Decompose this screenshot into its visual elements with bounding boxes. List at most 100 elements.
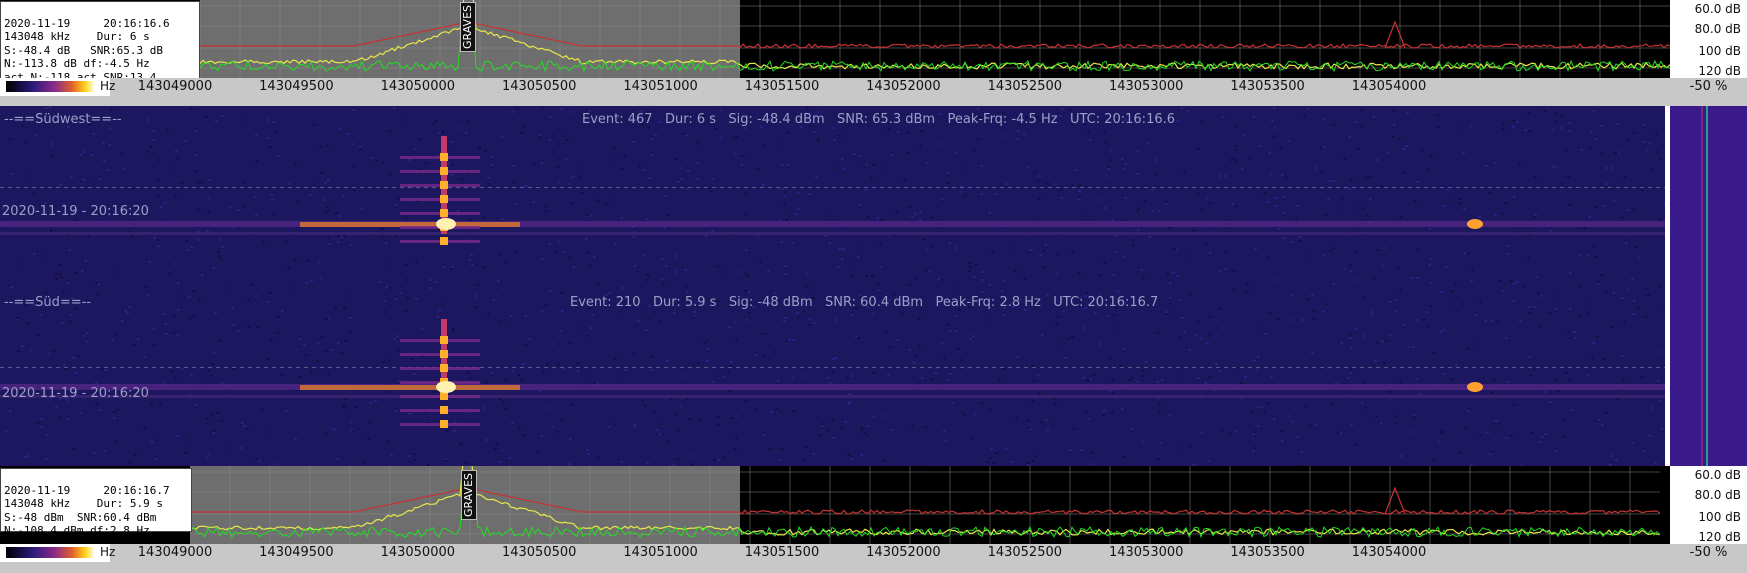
noise-speckle [1329,250,1332,252]
noise-speckle [644,405,647,407]
noise-speckle [791,242,794,244]
noise-speckle [1106,315,1109,317]
noise-speckle [1655,133,1658,135]
bottom-info-box: 2020-11-19 20:16:16.7 143048 kHz Dur: 5.… [0,468,192,537]
noise-speckle [408,159,411,161]
noise-speckle [863,432,866,434]
noise-speckle [116,409,119,411]
noise-speckle [1605,167,1608,169]
noise-speckle [1274,197,1277,199]
noise-speckle [128,306,131,308]
noise-speckle [318,261,321,263]
noise-speckle [1412,346,1415,348]
noise-speckle [414,148,417,150]
noise-speckle [1033,380,1036,382]
noise-speckle [735,415,738,417]
noise-speckle [719,137,722,139]
noise-speckle [1507,253,1510,255]
noise-speckle [1568,204,1571,206]
noise-speckle [255,134,258,136]
noise-speckle [457,127,460,129]
noise-speckle [1589,147,1592,149]
noise-speckle [1642,141,1645,143]
noise-speckle [968,262,971,264]
noise-speckle [1257,327,1260,329]
noise-speckle [551,343,554,345]
noise-speckle [1560,127,1563,129]
noise-speckle [1324,214,1327,216]
noise-speckle [96,293,99,295]
noise-speckle [388,173,391,175]
noise-speckle [1224,268,1227,270]
noise-speckle [1189,445,1192,447]
noise-speckle [1105,175,1108,177]
noise-speckle [1231,203,1234,205]
bottom-spectrum-plot[interactable] [190,466,1660,544]
noise-speckle [110,109,113,111]
noise-speckle [1627,139,1630,141]
noise-speckle [1173,248,1176,250]
noise-speckle [103,160,106,162]
noise-speckle [850,458,853,460]
noise-speckle [571,202,574,204]
noise-speckle [612,147,615,149]
noise-speckle [498,461,501,463]
noise-speckle [425,412,428,414]
noise-speckle [1565,149,1568,151]
noise-speckle [1568,122,1571,124]
carrier-blob [440,195,448,203]
noise-speckle [1594,138,1597,140]
noise-speckle [646,462,649,464]
noise-speckle [1439,331,1442,333]
noise-speckle [1554,295,1557,297]
noise-speckle [1394,310,1397,312]
noise-speckle [1071,251,1074,253]
noise-speckle [1001,290,1004,292]
waterfall-south[interactable]: --==Süd==-- Event: 210 Dur: 5.9 s Sig: -… [0,289,1665,472]
noise-speckle [1279,147,1282,149]
legend-hz-label: Hz [100,79,116,93]
noise-speckle [941,342,944,344]
noise-speckle [227,447,230,449]
noise-speckle [482,266,485,268]
noise-speckle [157,195,160,197]
noise-speckle [986,461,989,463]
noise-speckle [1069,109,1072,111]
noise-speckle [1322,310,1325,312]
noise-speckle [469,219,472,221]
noise-speckle [545,210,548,212]
noise-speckle [1573,331,1576,333]
noise-speckle [524,344,527,346]
noise-speckle [1539,441,1542,443]
noise-speckle [786,164,789,166]
noise-speckle [1027,420,1030,422]
noise-speckle [237,209,240,211]
noise-speckle [1475,343,1478,345]
noise-speckle [1306,298,1309,300]
noise-speckle [1015,417,1018,419]
noise-speckle [635,325,638,327]
noise-speckle [597,457,600,459]
noise-speckle [1166,313,1169,315]
noise-speckle [241,422,244,424]
noise-speckle [340,352,343,354]
noise-speckle [1291,421,1294,423]
noise-speckle [1031,400,1034,402]
info-signal: S:-48.4 dB [4,43,71,57]
noise-speckle [1254,248,1257,250]
noise-speckle [511,370,514,372]
noise-speckle [415,298,418,300]
noise-speckle [111,339,114,341]
noise-speckle [1253,431,1256,433]
top-spectrum-plot[interactable] [200,0,1670,78]
noise-speckle [860,247,863,249]
waterfall-southwest[interactable]: --==Südwest==-- Event: 467 Dur: 6 s Sig:… [0,106,1665,289]
noise-speckle [1233,158,1236,160]
noise-speckle [1484,320,1487,322]
noise-speckle [954,315,957,317]
noise-speckle [1597,283,1600,285]
noise-speckle [1389,301,1392,303]
noise-speckle [1499,280,1502,282]
noise-speckle [821,425,824,427]
noise-speckle [375,160,378,162]
